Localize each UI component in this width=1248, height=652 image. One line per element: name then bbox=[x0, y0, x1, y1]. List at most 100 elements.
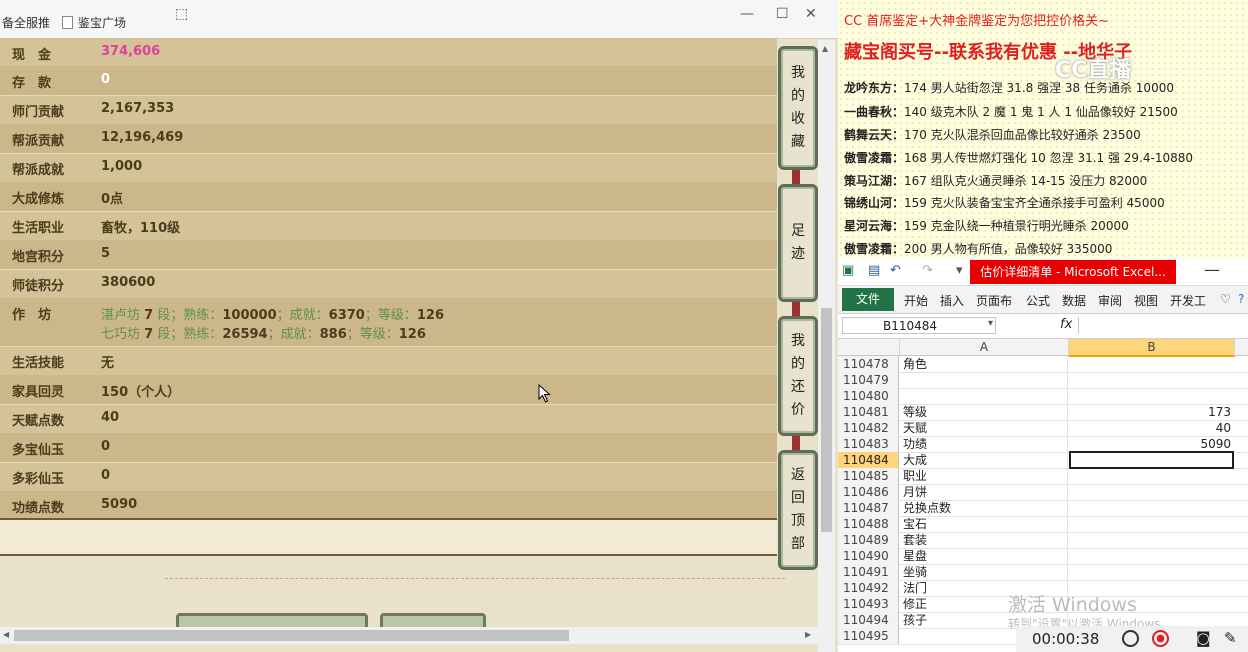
row-header[interactable]: 110485 bbox=[838, 468, 899, 484]
tab-page-layout[interactable]: 页面布 bbox=[976, 292, 1012, 309]
column-header-b[interactable]: B bbox=[1069, 339, 1235, 357]
cell-a[interactable] bbox=[900, 372, 1068, 388]
pause-icon[interactable] bbox=[1122, 630, 1139, 647]
cell-b[interactable] bbox=[1069, 548, 1234, 564]
excel-minimize-icon[interactable]: — bbox=[1204, 260, 1220, 279]
name-box-dropdown-icon[interactable]: ▾ bbox=[988, 318, 993, 329]
tab-review[interactable]: 审阅 bbox=[1098, 292, 1122, 309]
cell-b[interactable] bbox=[1069, 516, 1234, 532]
row-header[interactable]: 110478 bbox=[838, 356, 899, 372]
cell-a[interactable]: 职业 bbox=[900, 468, 1068, 484]
info-label: 生活职业 bbox=[12, 221, 65, 236]
row-header[interactable]: 110490 bbox=[838, 548, 899, 564]
tab-view[interactable]: 视图 bbox=[1134, 292, 1158, 309]
ribbon-collapse-icon[interactable]: ♡ bbox=[1220, 292, 1231, 306]
tab-data[interactable]: 数据 bbox=[1062, 292, 1086, 309]
row-header[interactable]: 110484 bbox=[838, 452, 899, 468]
column-header-a[interactable]: A bbox=[900, 339, 1069, 355]
formula-input[interactable] bbox=[1078, 317, 1247, 334]
favorite-item[interactable]: 备全服推 bbox=[2, 14, 50, 31]
cell-a[interactable] bbox=[900, 388, 1068, 404]
close-icon[interactable]: ✕ bbox=[805, 6, 817, 22]
cell-b[interactable] bbox=[1069, 372, 1234, 388]
scroll-left-icon[interactable]: ◀ bbox=[3, 630, 9, 639]
row-header[interactable]: 110489 bbox=[838, 532, 899, 548]
row-header[interactable]: 110480 bbox=[838, 388, 899, 404]
row-header[interactable]: 110495 bbox=[838, 628, 899, 644]
cell-b[interactable] bbox=[1069, 532, 1234, 548]
redo-icon[interactable]: ↷ bbox=[922, 263, 933, 278]
info-label: 师门贡献 bbox=[12, 105, 65, 120]
row-header[interactable]: 110494 bbox=[838, 612, 899, 628]
cell-b[interactable] bbox=[1069, 484, 1234, 500]
cell-a[interactable]: 套装 bbox=[900, 532, 1068, 548]
cell-a[interactable]: 角色 bbox=[900, 356, 1068, 372]
cell-a[interactable]: 月饼 bbox=[900, 484, 1068, 500]
side-button-back-to-top[interactable]: 返 回 顶 部 bbox=[778, 450, 818, 570]
camera-icon[interactable]: ◙ bbox=[1196, 629, 1211, 647]
cell-b[interactable] bbox=[1069, 356, 1234, 372]
cell-a[interactable]: 大成 bbox=[900, 452, 1068, 468]
row-header[interactable]: 110487 bbox=[838, 500, 899, 516]
doc-item: 鹤舞云天：170 克火队混杀回血品像比较好通杀 23500 bbox=[844, 128, 1141, 142]
row-header[interactable]: 110482 bbox=[838, 420, 899, 436]
name-box[interactable]: B110484 bbox=[842, 317, 996, 334]
select-all-corner[interactable] bbox=[838, 339, 900, 355]
undo-icon[interactable]: ↶ bbox=[890, 263, 901, 278]
maximize-icon[interactable]: ☐ bbox=[776, 6, 789, 22]
vertical-scrollbar[interactable]: ▲ bbox=[818, 40, 835, 652]
pen-icon[interactable]: ✎ bbox=[1224, 629, 1237, 647]
info-value: 0 bbox=[101, 439, 111, 454]
scrollbar-thumb[interactable] bbox=[14, 630, 569, 641]
row-header[interactable]: 110491 bbox=[838, 564, 899, 580]
cell-b[interactable]: 40 bbox=[1069, 420, 1234, 436]
stop-record-icon[interactable] bbox=[1152, 630, 1169, 647]
info-row: 多宝仙玉 0 bbox=[0, 433, 777, 463]
cell-a[interactable]: 等级 bbox=[900, 404, 1068, 420]
side-button-favorites[interactable]: 我 的 收 藏 bbox=[778, 46, 818, 170]
scrollbar-thumb[interactable] bbox=[821, 308, 832, 532]
side-button-char: 回 bbox=[791, 490, 805, 506]
tab-formulas[interactable]: 公式 bbox=[1026, 292, 1050, 309]
customize-toolbar-icon[interactable]: ▾ bbox=[956, 263, 963, 278]
scroll-right-icon[interactable]: ▶ bbox=[805, 630, 811, 639]
cell-b[interactable]: 173 bbox=[1069, 404, 1234, 420]
tab-home[interactable]: 开始 bbox=[904, 292, 928, 309]
help-icon[interactable]: ? bbox=[1238, 292, 1244, 306]
tab-developer[interactable]: 开发工 bbox=[1170, 292, 1206, 309]
horizontal-scrollbar[interactable]: ◀ ▶ bbox=[0, 627, 818, 644]
cell-a[interactable]: 星盘 bbox=[900, 548, 1068, 564]
cell-b[interactable] bbox=[1069, 564, 1234, 580]
cell-a[interactable]: 宝石 bbox=[900, 516, 1068, 532]
row-header[interactable]: 110483 bbox=[838, 436, 899, 452]
row-header[interactable]: 110492 bbox=[838, 580, 899, 596]
side-button-footprints[interactable]: 足 迹 bbox=[778, 184, 818, 302]
active-cell[interactable] bbox=[1069, 451, 1234, 469]
info-row: 生活职业 畜牧，110级 bbox=[0, 211, 777, 241]
row-header[interactable]: 110479 bbox=[838, 372, 899, 388]
doc-item: 星河云海：159 克金队绕一种植景行明光睡杀 20000 bbox=[844, 219, 1129, 233]
scroll-up-icon[interactable]: ▲ bbox=[822, 44, 828, 53]
minimize-icon[interactable]: — bbox=[740, 6, 754, 22]
doc-item: 锦绣山河：159 克火队装备宝宝齐全通杀接手可盈利 45000 bbox=[844, 196, 1165, 210]
row-header[interactable]: 110486 bbox=[838, 484, 899, 500]
insert-function-icon[interactable]: fx bbox=[1060, 317, 1072, 332]
cell-b[interactable] bbox=[1069, 500, 1234, 516]
workshop-line: 七巧坊 7 段；熟练：26594；成就：886；等级：126 bbox=[101, 327, 426, 342]
tab-insert[interactable]: 插入 bbox=[940, 292, 964, 309]
cell-a[interactable]: 天赋 bbox=[900, 420, 1068, 436]
cell-a[interactable]: 坐骑 bbox=[900, 564, 1068, 580]
save-icon[interactable]: ▤ bbox=[868, 263, 880, 278]
cell-b[interactable]: 5090 bbox=[1069, 436, 1234, 452]
cell-a[interactable]: 兑换点数 bbox=[900, 500, 1068, 516]
side-button-my-offers[interactable]: 我 的 还 价 bbox=[778, 316, 818, 436]
row-header[interactable]: 110488 bbox=[838, 516, 899, 532]
cell-b[interactable] bbox=[1069, 388, 1234, 404]
tab-file[interactable]: 文件 bbox=[842, 288, 894, 311]
panel-footer bbox=[0, 518, 777, 556]
cell-a[interactable]: 功绩 bbox=[900, 436, 1068, 452]
cell-b[interactable] bbox=[1069, 468, 1234, 484]
row-header[interactable]: 110481 bbox=[838, 404, 899, 420]
favorite-item-jianbao[interactable]: 鉴宝广场 bbox=[62, 14, 126, 31]
row-header[interactable]: 110493 bbox=[838, 596, 899, 612]
